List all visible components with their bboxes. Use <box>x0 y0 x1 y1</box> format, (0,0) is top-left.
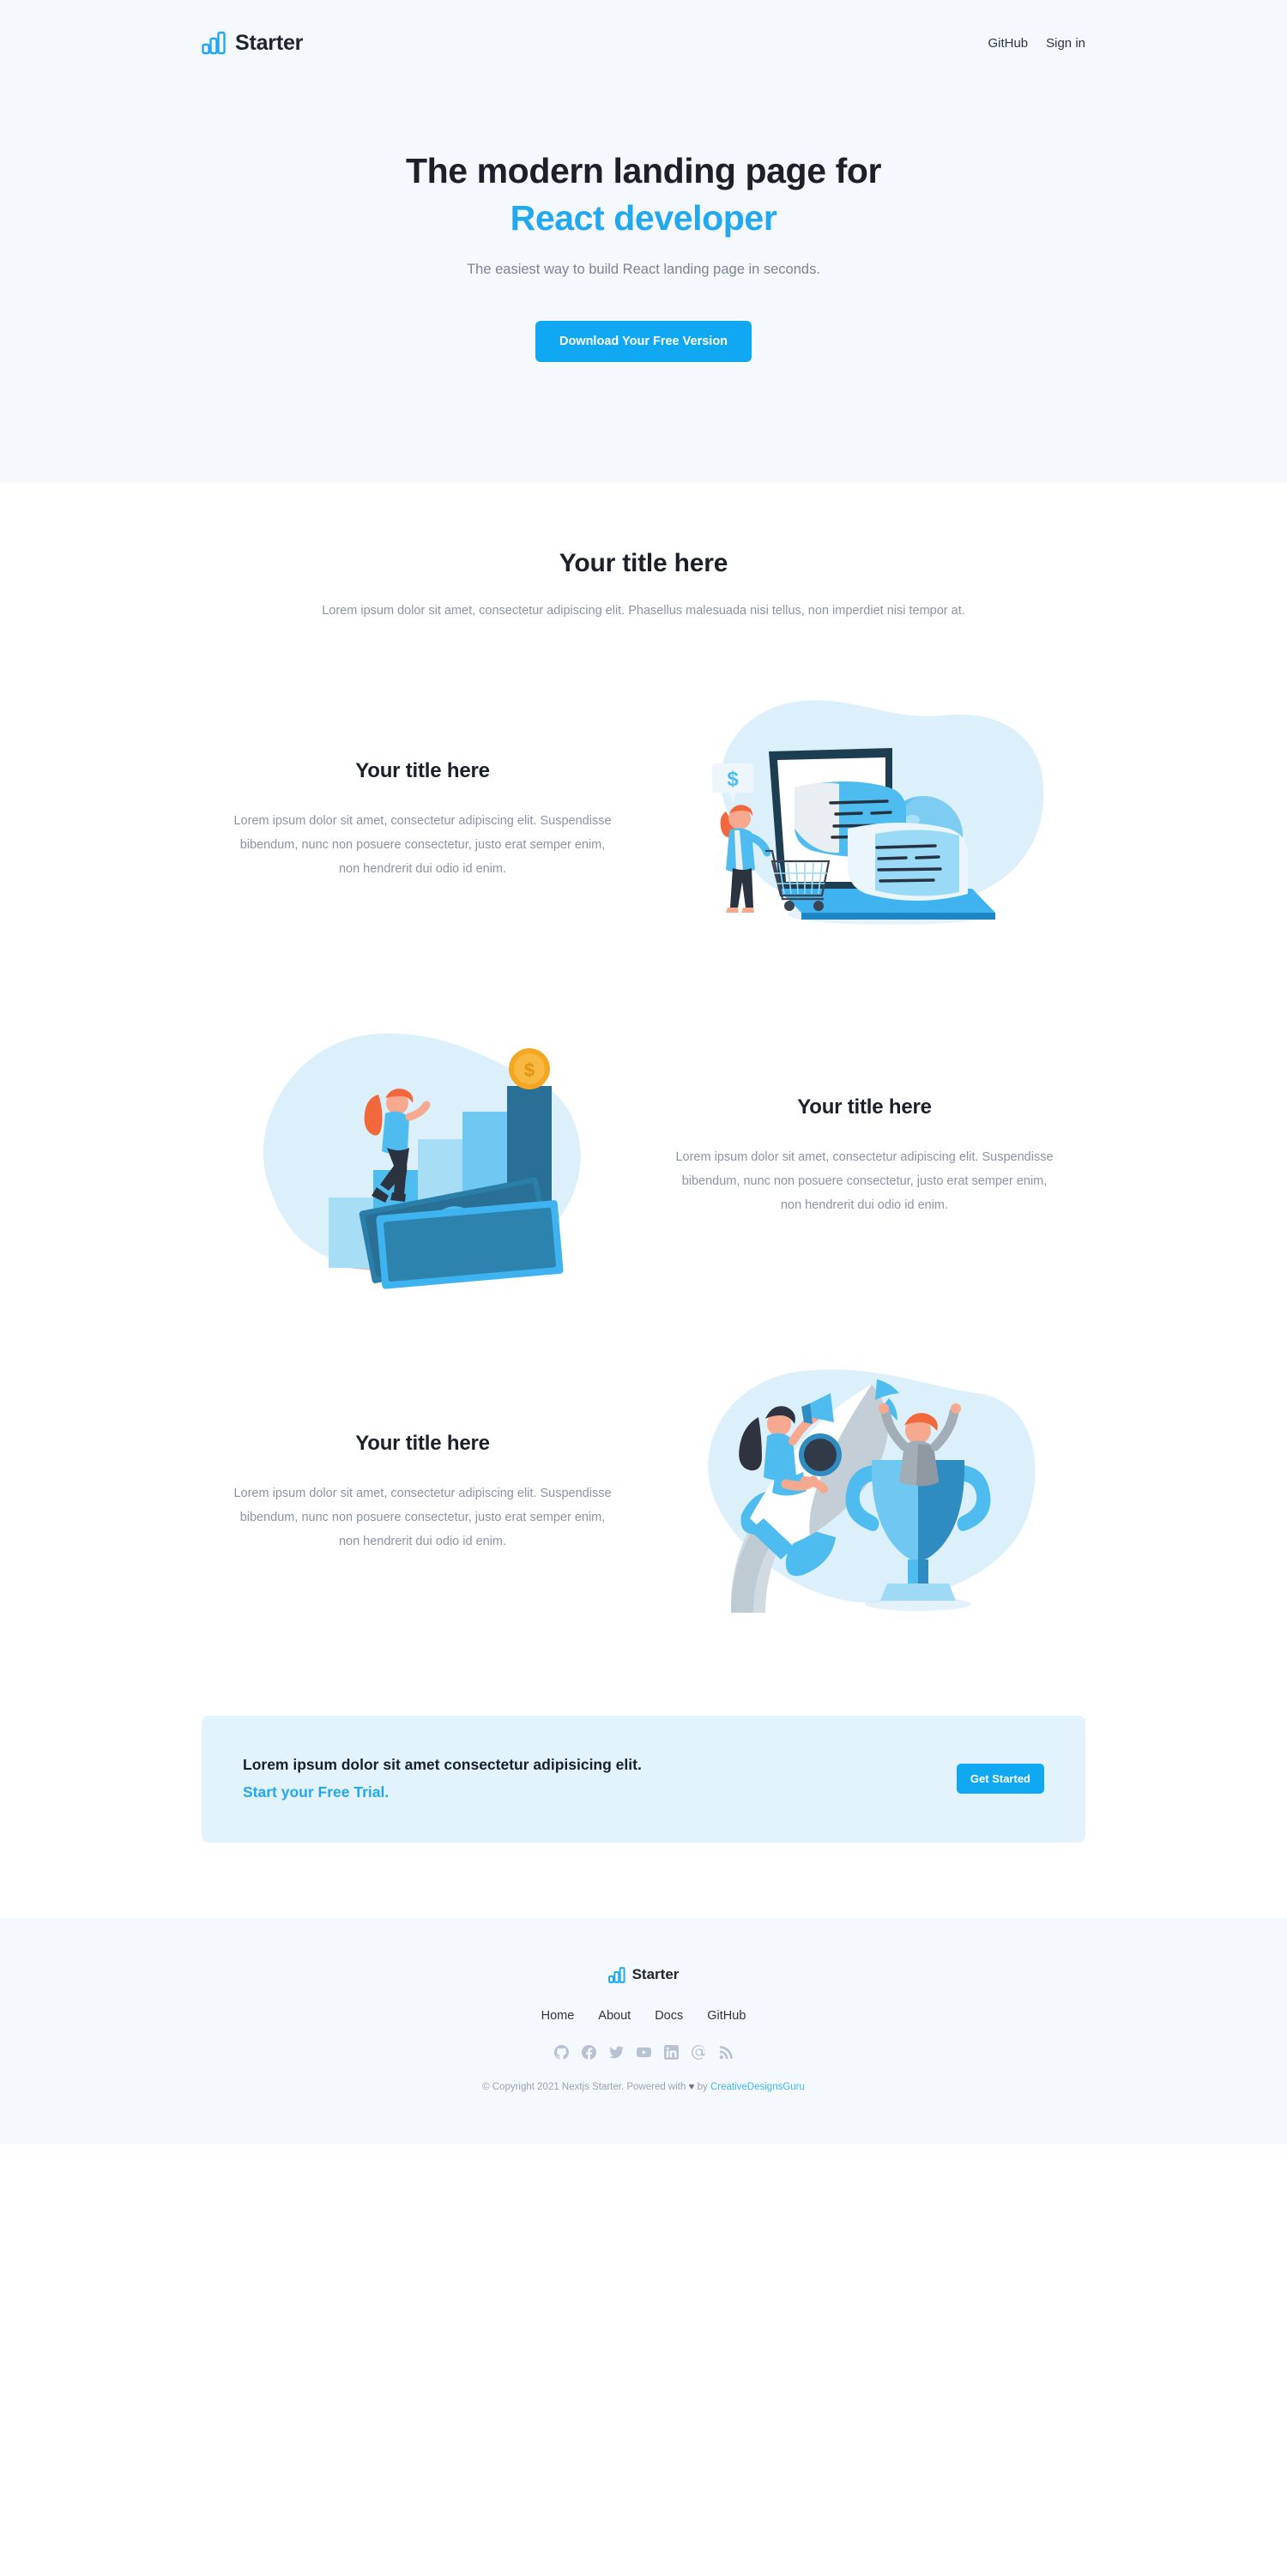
feature-title: Your title here <box>797 1095 932 1119</box>
cta-banner-line1: Lorem ipsum dolor sit amet consectetur a… <box>243 1756 642 1774</box>
social-link-email[interactable] <box>691 2044 706 2060</box>
footer-brand-name: Starter <box>631 1966 680 1983</box>
feature-text-block: Your title here Lorem ipsum dolor sit am… <box>202 1432 644 1554</box>
hero-band: Starter GitHub Sign in The modern landin… <box>0 0 1287 483</box>
feature-illustration: $ $ <box>202 1019 644 1294</box>
brand-name: Starter <box>235 30 304 55</box>
feature-description: Lorem ipsum dolor sit amet, consectetur … <box>675 1149 1054 1213</box>
rocket-trophy-illustration <box>707 1369 1036 1614</box>
social-links <box>0 2044 1287 2060</box>
cta-banner-line2: Start your Free Trial. <box>243 1783 390 1801</box>
feature-illustration: $ <box>644 683 1085 957</box>
feature-title: Your title here <box>355 758 490 782</box>
nav-links: GitHub Sign in <box>988 36 1085 51</box>
feature-row: Your title here Lorem ipsum dolor sit am… <box>202 683 1085 957</box>
social-link-rss[interactable] <box>719 2045 734 2060</box>
hero-title: The modern landing page for React develo… <box>202 148 1085 241</box>
bar-chart-icon <box>607 1966 625 1983</box>
download-free-version-button[interactable]: Download Your Free Version <box>535 321 752 363</box>
feature-row: Your title here Lorem ipsum dolor sit am… <box>202 1355 1085 1630</box>
social-link-youtube[interactable] <box>636 2045 651 2060</box>
footer-link-about[interactable]: About <box>598 2009 631 2023</box>
linkedin-icon <box>663 2044 679 2060</box>
svg-text:$: $ <box>523 1059 534 1081</box>
social-link-linkedin[interactable] <box>663 2044 679 2060</box>
copyright-mid: by <box>694 2081 710 2092</box>
social-link-twitter[interactable] <box>608 2045 624 2060</box>
top-navbar: Starter GitHub Sign in <box>202 0 1085 86</box>
hero-subtitle: The easiest way to build React landing p… <box>467 262 820 278</box>
ecommerce-laptop-illustration: $ <box>711 700 1043 926</box>
cta-banner-section: Lorem ipsum dolor sit amet consectetur a… <box>0 1630 1287 1918</box>
twitter-icon <box>608 2046 624 2058</box>
copyright-prefix: © Copyright 2021 Nextjs Starter. Powered… <box>482 2081 689 2092</box>
hero-section: The modern landing page for React develo… <box>202 86 1085 482</box>
feature-text-block: Your title here Lorem ipsum dolor sit am… <box>644 1095 1085 1218</box>
feature-description: Lorem ipsum dolor sit amet, consectetur … <box>233 1486 612 1549</box>
nav-link-signin[interactable]: Sign in <box>1046 36 1085 51</box>
brand-logo-link[interactable]: Starter <box>202 30 303 56</box>
email-at-icon <box>691 2044 705 2060</box>
copyright: © Copyright 2021 Nextjs Starter. Powered… <box>0 2082 1287 2092</box>
features-header: Your title here Lorem ipsum dolor sit am… <box>202 549 1085 623</box>
hero-title-line2: React developer <box>510 197 777 238</box>
social-link-github[interactable] <box>553 2044 569 2060</box>
rss-icon <box>719 2045 733 2059</box>
cta-banner-copy: Lorem ipsum dolor sit amet consectetur a… <box>243 1753 642 1804</box>
facebook-icon <box>581 2044 596 2060</box>
features-section: Your title here Lorem ipsum dolor sit am… <box>0 482 1287 1631</box>
footer-brand-link[interactable]: Starter <box>607 1966 680 1984</box>
footer-nav: Home About Docs GitHub <box>0 2009 1287 2023</box>
bar-chart-icon <box>202 31 226 55</box>
hero-title-line1: The modern landing page for <box>405 151 882 190</box>
github-icon <box>553 2044 569 2060</box>
feature-row: $ $ <box>202 1019 1085 1294</box>
copyright-link[interactable]: CreativeDesignsGuru <box>710 2082 805 2092</box>
footer: Starter Home About Docs GitHub © Copyrig… <box>0 1917 1287 2144</box>
social-link-facebook[interactable] <box>581 2044 596 2060</box>
svg-text:$: $ <box>727 768 739 791</box>
feature-description: Lorem ipsum dolor sit amet, consectetur … <box>233 813 612 877</box>
footer-link-github[interactable]: GitHub <box>707 2009 746 2023</box>
cta-banner: Lorem ipsum dolor sit amet consectetur a… <box>202 1716 1085 1843</box>
section-description: Lorem ipsum dolor sit amet, consectetur … <box>322 604 965 618</box>
footer-link-docs[interactable]: Docs <box>655 2009 683 2023</box>
youtube-icon <box>636 2047 651 2057</box>
get-started-button[interactable]: Get Started <box>956 1764 1044 1795</box>
feature-title: Your title here <box>355 1431 490 1455</box>
section-title: Your title here <box>559 549 728 578</box>
feature-text-block: Your title here Lorem ipsum dolor sit am… <box>202 759 644 882</box>
footer-link-home[interactable]: Home <box>541 2009 575 2023</box>
growth-chart-money-illustration: $ $ <box>263 1033 581 1289</box>
feature-illustration <box>644 1355 1085 1630</box>
nav-link-github[interactable]: GitHub <box>988 36 1028 51</box>
